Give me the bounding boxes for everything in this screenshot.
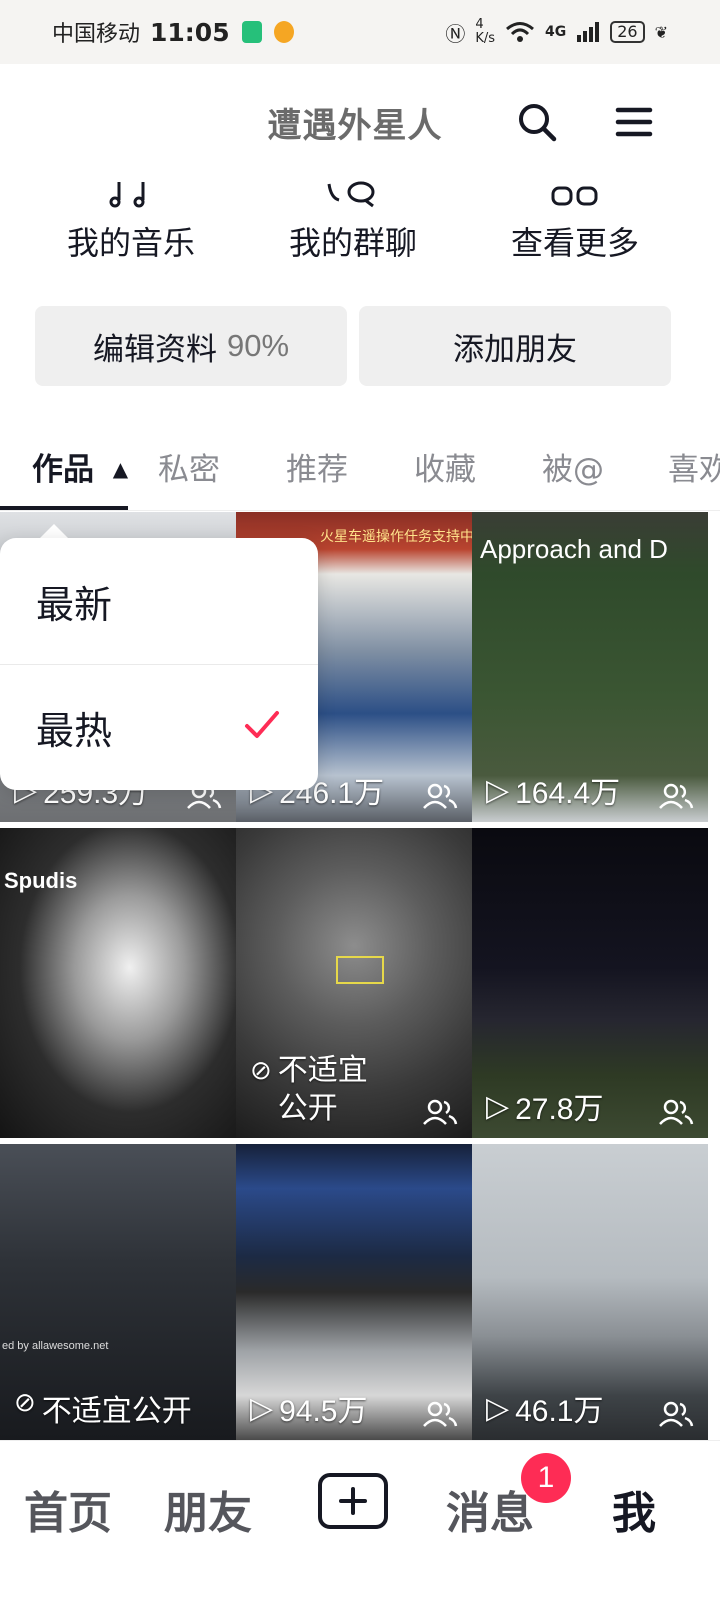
highlight-box — [336, 956, 384, 984]
unsuitable-notice: ⊘ 不适宜公开 — [14, 1386, 192, 1430]
tab-private[interactable]: 私密 — [158, 444, 220, 489]
video-caption: Approach and D — [480, 534, 668, 564]
quick-item-label: 我的音乐 — [66, 224, 195, 262]
people-icon — [659, 1099, 694, 1125]
video-thumbnail[interactable]: ▷ 46.1万 — [472, 1144, 708, 1440]
quick-item-group-chat[interactable]: 我的群聊 — [243, 172, 463, 264]
notification-badge: 1 — [521, 1453, 571, 1503]
nfc-icon: Ⓝ — [445, 21, 466, 46]
divider — [0, 510, 720, 511]
unsuitable-notice: ⊘ 不适宜公开 — [250, 1052, 388, 1128]
carrier-label: 中国移动 — [52, 22, 141, 47]
nav-messages[interactable]: 消息 — [446, 1477, 534, 1541]
sort-option-latest[interactable]: 最新 — [0, 538, 318, 664]
group-chat-icon — [327, 181, 375, 208]
unsuitable-text: 不适宜公开 — [277, 1053, 368, 1126]
play-icon: ▷ — [486, 1391, 510, 1425]
people-icon — [423, 783, 458, 809]
edit-profile-button[interactable]: 编辑资料 90% — [35, 306, 347, 386]
caret-up-icon: ▲ — [112, 457, 129, 481]
create-button[interactable] — [318, 1473, 388, 1529]
unsuitable-text: 不适宜公开 — [41, 1394, 192, 1429]
search-icon[interactable] — [515, 100, 559, 144]
play-icon: ▷ — [486, 1089, 510, 1123]
tab-likes[interactable]: 喜欢 — [668, 444, 720, 489]
prohibited-icon: ⊘ — [14, 1388, 36, 1418]
tab-label: 作品 — [32, 452, 94, 488]
quick-access-row: 我的音乐 我的群聊 查看更多 — [0, 172, 720, 272]
quick-item-label: 查看更多 — [510, 224, 639, 262]
net-speed-unit: K/s — [475, 31, 495, 46]
weibo-app-icon — [273, 21, 294, 43]
view-count: 27.8万 — [515, 1093, 604, 1126]
quick-item-label: 我的群聊 — [288, 224, 417, 262]
clock: 11:05 — [150, 17, 230, 47]
battery-level: 26 — [610, 21, 645, 43]
add-friend-button[interactable]: 添加朋友 — [359, 306, 671, 386]
net-speed-value: 4 — [475, 17, 484, 32]
edit-profile-label: 编辑资料 — [92, 331, 217, 368]
video-thumbnail[interactable]: Spudis — [0, 828, 236, 1138]
tab-favorites[interactable]: 收藏 — [414, 444, 476, 489]
hamburger-menu-icon[interactable] — [612, 100, 656, 144]
sort-dropdown: 最新 最热 — [0, 538, 318, 790]
tab-works[interactable]: 作品 ▲ — [32, 444, 128, 489]
tab-recommended[interactable]: 推荐 — [286, 444, 348, 489]
content-tabs: 作品 ▲ 私密 推荐 收藏 被@ 喜欢 — [0, 430, 720, 511]
play-icon: ▷ — [250, 1391, 274, 1425]
signal-icon — [577, 22, 600, 42]
people-icon — [423, 1401, 458, 1427]
tab-mentions[interactable]: 被@ — [542, 444, 604, 489]
people-icon — [659, 783, 694, 809]
music-note-icon — [109, 182, 145, 208]
video-thumbnail[interactable]: ▷ 94.5万 — [236, 1144, 472, 1440]
prohibited-icon: ⊘ — [250, 1056, 272, 1086]
nav-me[interactable]: 我 — [612, 1477, 656, 1541]
video-caption: 火星车遥操作任务支持中心 — [320, 528, 472, 544]
hourglass-app-icon — [241, 21, 262, 43]
video-thumbnail[interactable]: ed by allawesome.net ⊘ 不适宜公开 — [0, 1144, 236, 1440]
status-bar: 中国移动 11:05 Ⓝ 4 K/s 4G 26 ❦ — [0, 0, 720, 64]
view-count: 164.4万 — [515, 777, 621, 810]
sort-option-label: 最新 — [36, 582, 113, 627]
view-count: 46.1万 — [515, 1395, 604, 1428]
quick-item-more[interactable]: 查看更多 — [465, 172, 685, 264]
people-icon — [423, 1099, 458, 1125]
profile-completion: 90% — [226, 328, 290, 363]
video-thumbnail[interactable]: ▷ 27.8万 — [472, 828, 708, 1138]
sort-option-label: 最热 — [36, 709, 113, 753]
profile-title: 遭遇外星人 — [267, 106, 443, 146]
wifi-icon — [506, 22, 534, 42]
video-thumbnail[interactable]: Approach and D ▷ 164.4万 — [472, 512, 708, 822]
play-icon: ▷ — [486, 773, 510, 807]
network-type: 4G — [545, 24, 567, 40]
leaf-icon: ❦ — [654, 22, 668, 42]
checkmark-icon — [245, 711, 279, 738]
sort-option-hottest[interactable]: 最热 — [0, 664, 318, 790]
video-caption: Spudis — [4, 868, 78, 893]
video-caption: ed by allawesome.net — [2, 1340, 109, 1352]
dropdown-caret — [40, 524, 68, 538]
bottom-nav: 首页 朋友 消息 1 我 — [0, 1440, 720, 1600]
nav-friends[interactable]: 朋友 — [164, 1477, 252, 1541]
add-friend-label: 添加朋友 — [453, 331, 577, 368]
people-icon — [659, 1401, 694, 1427]
quick-item-music[interactable]: 我的音乐 — [21, 172, 241, 264]
plus-icon — [339, 1487, 367, 1515]
more-icon — [551, 186, 598, 206]
nav-home[interactable]: 首页 — [24, 1477, 112, 1541]
profile-header: 遭遇外星人 — [0, 64, 720, 174]
video-thumbnail[interactable]: ⊘ 不适宜公开 — [236, 828, 472, 1138]
view-count: 94.5万 — [279, 1395, 368, 1428]
